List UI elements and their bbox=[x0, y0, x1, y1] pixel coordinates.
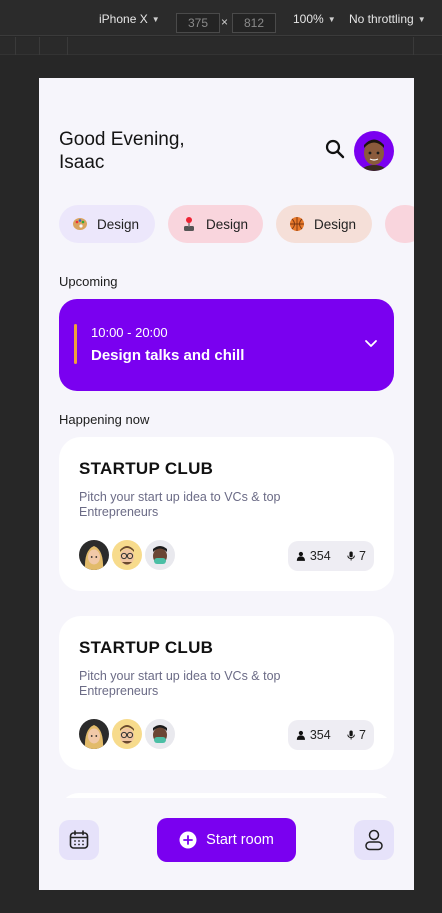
microphone-icon bbox=[347, 730, 355, 740]
throttling-select[interactable]: No throttling ▼ bbox=[349, 12, 426, 26]
media-query-bar bbox=[0, 37, 442, 55]
zoom-label: 100% bbox=[293, 12, 324, 26]
participant-avatar bbox=[145, 719, 175, 749]
category-chips: Design Design Design bbox=[59, 205, 414, 243]
width-input[interactable]: 375 bbox=[176, 13, 220, 33]
profile-button[interactable] bbox=[354, 820, 394, 860]
calendar-button[interactable] bbox=[59, 820, 99, 860]
category-chip-label: Design bbox=[314, 216, 357, 232]
category-chip[interactable]: Design bbox=[59, 205, 155, 243]
participant-avatar bbox=[112, 540, 142, 570]
speaker-count: 7 bbox=[359, 549, 366, 563]
participant-avatar bbox=[112, 719, 142, 749]
search-icon bbox=[325, 139, 345, 159]
throttling-label: No throttling bbox=[349, 12, 414, 26]
user-icon bbox=[365, 829, 383, 851]
chevron-down-icon[interactable] bbox=[364, 339, 378, 349]
participant-avatars bbox=[79, 540, 175, 570]
search-button[interactable] bbox=[325, 139, 345, 159]
upcoming-heading: Upcoming bbox=[59, 274, 118, 289]
device-select[interactable]: iPhone X ▼ bbox=[99, 12, 160, 26]
microphone-icon bbox=[347, 551, 355, 561]
category-chip-label: Design bbox=[206, 216, 249, 232]
participant-avatar bbox=[145, 540, 175, 570]
chevron-down-icon: ▼ bbox=[417, 14, 426, 24]
listener-count: 354 bbox=[309, 728, 331, 742]
category-chip-label: Design bbox=[97, 216, 140, 232]
listener-count: 354 bbox=[309, 549, 331, 563]
event-title: Design talks and chill bbox=[91, 347, 245, 364]
basketball-icon bbox=[288, 215, 306, 233]
participant-avatar bbox=[79, 540, 109, 570]
category-chip[interactable] bbox=[385, 205, 414, 243]
chevron-down-icon: ▼ bbox=[151, 14, 160, 24]
joystick-icon bbox=[397, 215, 411, 233]
user-icon bbox=[296, 730, 305, 740]
plus-circle-icon bbox=[179, 831, 197, 849]
height-input[interactable]: 812 bbox=[232, 13, 276, 33]
memoji-avatar-icon bbox=[360, 139, 388, 171]
joystick-icon bbox=[180, 215, 198, 233]
user-icon bbox=[296, 551, 305, 561]
upcoming-event-card[interactable]: 10:00 - 20:00 Design talks and chill bbox=[59, 299, 394, 391]
chevron-down-icon: ▼ bbox=[327, 14, 336, 24]
device-label: iPhone X bbox=[99, 12, 148, 26]
devtools-toolbar: iPhone X ▼ 375 × 812 100% ▼ No throttlin… bbox=[0, 0, 442, 36]
event-accent-bar bbox=[74, 324, 77, 364]
room-stats: 354 7 bbox=[288, 720, 374, 750]
room-description: Pitch your start up idea to VCs & top En… bbox=[79, 490, 281, 519]
room-stats: 354 7 bbox=[288, 541, 374, 571]
zoom-select[interactable]: 100% ▼ bbox=[293, 12, 336, 26]
room-title: STARTUP CLUB bbox=[79, 459, 214, 478]
palette-icon bbox=[71, 215, 89, 233]
speaker-count: 7 bbox=[359, 728, 366, 742]
room-card[interactable]: STARTUP CLUB Pitch your start up idea to… bbox=[59, 616, 394, 770]
category-chip[interactable]: Design bbox=[276, 205, 372, 243]
calendar-icon bbox=[69, 830, 89, 849]
user-avatar[interactable] bbox=[354, 131, 394, 171]
room-card[interactable]: STARTUP CLUB Pitch your start up idea to… bbox=[59, 437, 394, 591]
participant-avatar bbox=[79, 719, 109, 749]
start-room-button[interactable]: Start room bbox=[157, 818, 296, 862]
room-description: Pitch your start up idea to VCs & top En… bbox=[79, 669, 281, 698]
times-icon: × bbox=[221, 15, 229, 29]
participant-avatars bbox=[79, 719, 175, 749]
happening-now-heading: Happening now bbox=[59, 412, 150, 427]
app-screen: Good Evening, Isaac Design Design Design… bbox=[39, 78, 414, 890]
room-title: STARTUP CLUB bbox=[79, 638, 214, 657]
greeting-title: Good Evening, Isaac bbox=[59, 129, 185, 173]
event-time: 10:00 - 20:00 bbox=[91, 325, 168, 340]
bottom-bar: Start room bbox=[39, 798, 414, 890]
start-room-label: Start room bbox=[206, 832, 274, 848]
category-chip[interactable]: Design bbox=[168, 205, 263, 243]
